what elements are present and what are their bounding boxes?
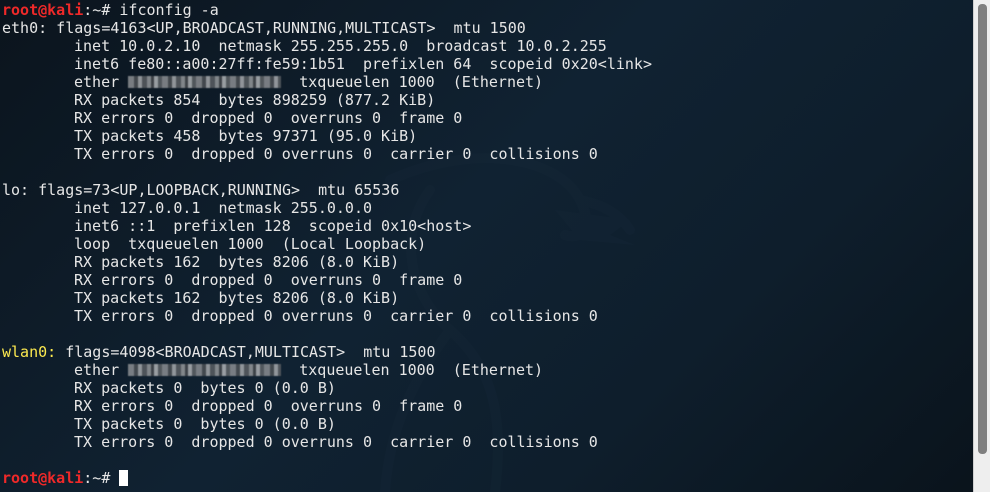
output-line: TX packets 162 bytes 8206 (8.0 KiB) xyxy=(2,289,967,307)
terminal-output: root@kali:~# ifconfig -a eth0: flags=416… xyxy=(2,1,967,487)
lo-tx-errors: TX errors 0 dropped 0 overruns 0 carrier… xyxy=(74,307,598,325)
terminal-window[interactable]: root@kali:~# ifconfig -a eth0: flags=416… xyxy=(0,0,990,492)
output-line: RX packets 162 bytes 8206 (8.0 KiB) xyxy=(2,253,967,271)
vertical-scrollbar[interactable] xyxy=(973,0,990,492)
eth0-inet6: inet6 fe80::a00:27ff:fe59:1b51 prefixlen… xyxy=(74,55,652,73)
output-line: RX errors 0 dropped 0 overruns 0 frame 0 xyxy=(2,109,967,127)
output-line: ether txqueuelen 1000 (Ethernet) xyxy=(2,361,967,379)
output-line: TX packets 0 bytes 0 (0.0 B) xyxy=(2,415,967,433)
lo-tx-packets: TX packets 162 bytes 8206 (8.0 KiB) xyxy=(74,289,400,307)
output-line: RX packets 854 bytes 898259 (877.2 KiB) xyxy=(2,91,967,109)
output-line: RX packets 0 bytes 0 (0.0 B) xyxy=(2,379,967,397)
prompt-host: kali xyxy=(47,469,84,487)
output-line: TX packets 458 bytes 97371 (95.0 KiB) xyxy=(2,127,967,145)
lo-inet: inet 127.0.0.1 netmask 255.0.0.0 xyxy=(74,199,373,217)
eth0-ether-label: ether xyxy=(74,73,120,91)
command-text: ifconfig -a xyxy=(119,1,219,19)
prompt-host: kali xyxy=(47,1,84,19)
lo-loop: loop txqueuelen 1000 (Local Loopback) xyxy=(74,235,427,253)
wlan0-ether-rest: txqueuelen 1000 (Ethernet) xyxy=(299,361,544,379)
lo-header: lo: flags=73<UP,LOOPBACK,RUNNING> mtu 65… xyxy=(2,181,400,199)
output-line: TX errors 0 dropped 0 overruns 0 carrier… xyxy=(2,433,967,451)
output-line: inet6 ::1 prefixlen 128 scopeid 0x10<hos… xyxy=(2,217,967,235)
eth0-header: eth0: flags=4163<UP,BROADCAST,RUNNING,MU… xyxy=(2,19,526,37)
prompt-path: :~# xyxy=(83,1,120,19)
lo-rx-packets: RX packets 162 bytes 8206 (8.0 KiB) xyxy=(74,253,400,271)
scrollbar-thumb[interactable] xyxy=(978,4,987,454)
lo-rx-errors: RX errors 0 dropped 0 overruns 0 frame 0 xyxy=(74,271,463,289)
wlan0-tx-packets: TX packets 0 bytes 0 (0.0 B) xyxy=(74,415,336,433)
lo-inet6: inet6 ::1 prefixlen 128 scopeid 0x10<hos… xyxy=(74,217,472,235)
eth0-inet: inet 10.0.2.10 netmask 255.255.255.0 bro… xyxy=(74,37,607,55)
wlan0-rx-errors: RX errors 0 dropped 0 overruns 0 frame 0 xyxy=(74,397,463,415)
wlan0-ether-label: ether xyxy=(74,361,120,379)
output-line: ether txqueuelen 1000 (Ethernet) xyxy=(2,73,967,91)
wlan0-header-rest: flags=4098<BROADCAST,MULTICAST> mtu 1500 xyxy=(56,343,436,361)
prompt-at: @ xyxy=(38,469,48,487)
prompt-at: @ xyxy=(38,1,48,19)
output-line: inet6 fe80::a00:27ff:fe59:1b51 prefixlen… xyxy=(2,55,967,73)
eth0-rx-packets: RX packets 854 bytes 898259 (877.2 KiB) xyxy=(74,91,436,109)
eth0-tx-packets: TX packets 458 bytes 97371 (95.0 KiB) xyxy=(74,127,418,145)
text-cursor[interactable] xyxy=(119,470,129,486)
output-line: RX errors 0 dropped 0 overruns 0 frame 0 xyxy=(2,271,967,289)
output-line: RX errors 0 dropped 0 overruns 0 frame 0 xyxy=(2,397,967,415)
prompt-line-active[interactable]: root@kali:~# xyxy=(2,469,967,487)
eth0-ether-rest: txqueuelen 1000 (Ethernet) xyxy=(299,73,544,91)
wlan0-tx-errors: TX errors 0 dropped 0 overruns 0 carrier… xyxy=(74,433,598,451)
eth0-tx-errors: TX errors 0 dropped 0 overruns 0 carrier… xyxy=(74,145,598,163)
output-line: inet 10.0.2.10 netmask 255.255.255.0 bro… xyxy=(2,37,967,55)
wlan0-rx-packets: RX packets 0 bytes 0 (0.0 B) xyxy=(74,379,336,397)
prompt-user: root xyxy=(2,1,39,19)
wlan0-header: wlan0: flags=4098<BROADCAST,MULTICAST> m… xyxy=(2,343,967,361)
output-line: loop txqueuelen 1000 (Local Loopback) xyxy=(2,235,967,253)
prompt-user: root xyxy=(2,469,39,487)
eth0-rx-errors: RX errors 0 dropped 0 overruns 0 frame 0 xyxy=(74,109,463,127)
wlan0-name: wlan0: xyxy=(2,343,57,361)
prompt-path: :~# xyxy=(83,469,120,487)
redacted-mac-address xyxy=(128,76,282,88)
redacted-mac-address xyxy=(128,364,282,376)
output-line: TX errors 0 dropped 0 overruns 0 carrier… xyxy=(2,307,967,325)
output-line: inet 127.0.0.1 netmask 255.0.0.0 xyxy=(2,199,967,217)
output-line: TX errors 0 dropped 0 overruns 0 carrier… xyxy=(2,145,967,163)
prompt-line: root@kali:~# ifconfig -a xyxy=(2,1,967,19)
